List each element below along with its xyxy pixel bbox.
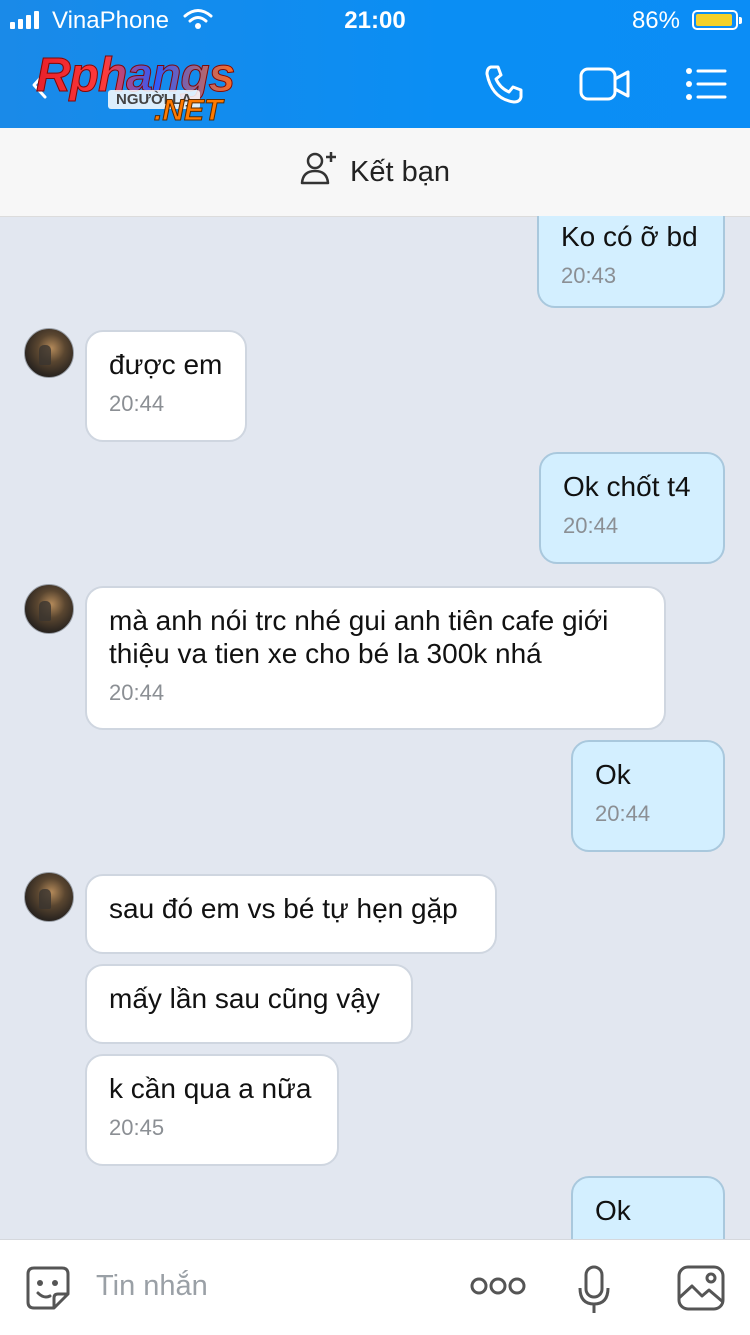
message-text: k cần qua a nữa xyxy=(109,1073,312,1104)
video-call-icon[interactable] xyxy=(578,64,632,109)
avatar[interactable] xyxy=(24,872,74,922)
menu-list-icon[interactable] xyxy=(684,66,728,107)
message-time: 20:44 xyxy=(563,513,619,538)
message-bubble-incoming[interactable]: được em 20:44 xyxy=(85,330,247,442)
more-icon[interactable] xyxy=(470,1276,526,1301)
image-icon[interactable] xyxy=(676,1264,726,1317)
message-bubble-incoming[interactable]: mà anh nói trc nhé gui anh tiên cafe giớ… xyxy=(85,586,666,730)
message-bubble-outgoing[interactable]: Ko có ỡ bd 20:43 xyxy=(537,216,725,308)
message-text: Ok chốt t4 xyxy=(563,471,691,502)
message-bubble-incoming[interactable]: sau đó em vs bé tự hẹn gặp xyxy=(85,874,497,954)
message-time: 20:44 xyxy=(109,391,165,416)
add-friend-button[interactable]: Kết bạn xyxy=(0,128,750,217)
message-text: được em xyxy=(109,349,223,380)
message-text: mà anh nói trc nhé gui anh tiên cafe giớ… xyxy=(109,605,609,669)
battery-icon xyxy=(692,10,742,30)
message-bubble-incoming[interactable]: k cần qua a nữa 20:45 xyxy=(85,1054,339,1166)
site-logo-watermark: Rphangs NGƯỜI LẠ .NET xyxy=(35,48,276,128)
phone-icon[interactable] xyxy=(482,62,526,111)
message-text: mấy lần sau cũng vậy xyxy=(109,983,380,1014)
microphone-icon[interactable] xyxy=(576,1264,612,1321)
message-bubble-outgoing[interactable]: Ok xyxy=(571,1176,725,1239)
message-text: Ok xyxy=(595,759,631,790)
message-time: 20:45 xyxy=(109,1115,165,1140)
message-time: 20:43 xyxy=(561,263,617,288)
add-user-icon xyxy=(300,150,338,194)
message-text: Ok xyxy=(595,1195,631,1226)
message-bubble-incoming[interactable]: mấy lần sau cũng vậy xyxy=(85,964,413,1044)
status-bar: VinaPhone 21:00 86% xyxy=(0,0,750,40)
message-time: 20:44 xyxy=(109,680,165,705)
add-friend-label: Kết bạn xyxy=(350,155,450,188)
avatar[interactable] xyxy=(24,584,74,634)
message-text: Ko có ỡ bd xyxy=(561,221,698,252)
message-list[interactable]: Ko có ỡ bd 20:43 được em 20:44 Ok chốt t… xyxy=(0,216,750,1239)
message-input-bar: Tin nhắn xyxy=(0,1239,750,1335)
avatar[interactable] xyxy=(24,328,74,378)
message-input[interactable]: Tin nhắn xyxy=(96,1270,208,1303)
top-bar: VinaPhone 21:00 86% Rphangs NGƯỜI LẠ .NE… xyxy=(0,0,750,128)
logo-net-text: .NET xyxy=(153,94,223,128)
sticker-icon[interactable] xyxy=(24,1264,72,1317)
battery-percent: 86% xyxy=(631,7,680,34)
message-text: sau đó em vs bé tự hẹn gặp xyxy=(109,893,458,924)
message-bubble-outgoing[interactable]: Ok chốt t4 20:44 xyxy=(539,452,725,564)
message-time: 20:44 xyxy=(595,801,651,826)
message-bubble-outgoing[interactable]: Ok 20:44 xyxy=(571,740,725,852)
